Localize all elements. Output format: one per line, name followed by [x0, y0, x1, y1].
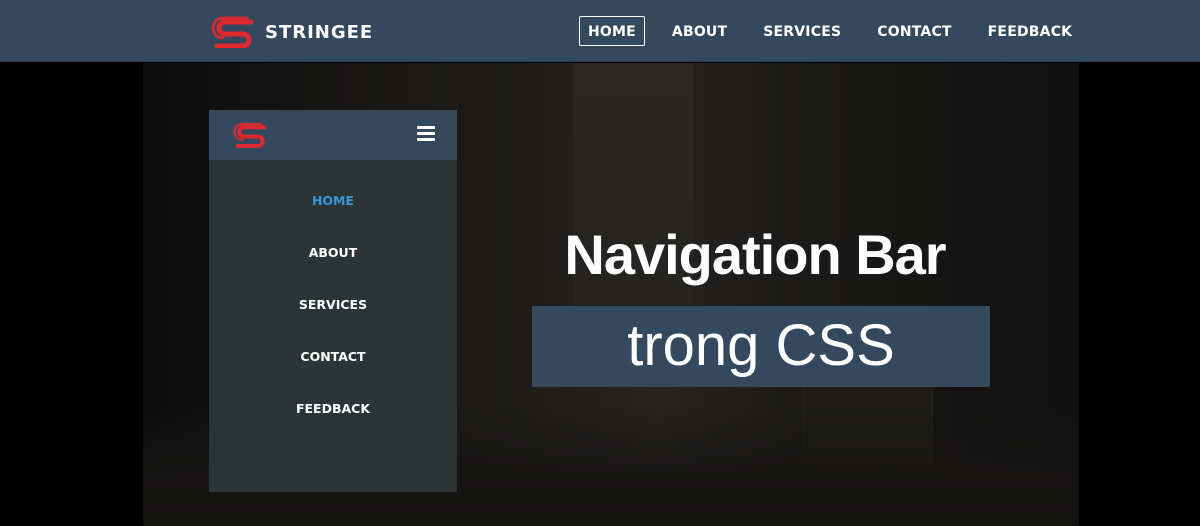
mobile-nav-item-feedback[interactable]: FEEDBACK — [209, 368, 457, 420]
mobile-nav-item-contact[interactable]: CONTACT — [209, 316, 457, 368]
mobile-nav-menu: HOME ABOUT SERVICES CONTACT FEEDBACK — [209, 160, 457, 420]
mobile-nav-item-about[interactable]: ABOUT — [209, 212, 457, 264]
hero-section — [0, 63, 1200, 526]
brand[interactable]: STRINGEE — [211, 16, 373, 48]
mobile-nav-mockup: HOME ABOUT SERVICES CONTACT FEEDBACK — [209, 110, 457, 492]
hero-subtitle-box: trong CSS — [532, 306, 990, 387]
mobile-nav-header — [209, 110, 457, 160]
mobile-nav-item-home[interactable]: HOME — [209, 160, 457, 212]
stringee-logo-icon[interactable] — [233, 122, 269, 148]
mobile-nav-item-services[interactable]: SERVICES — [209, 264, 457, 316]
nav-item-services[interactable]: SERVICES — [754, 16, 850, 46]
nav-item-about[interactable]: ABOUT — [663, 16, 736, 46]
stringee-logo-icon — [211, 16, 254, 48]
hero-title: Navigation Bar — [564, 223, 946, 286]
top-navbar: STRINGEE HOME ABOUT SERVICES CONTACT FEE… — [0, 0, 1200, 62]
hero-subtitle: trong CSS — [627, 313, 895, 378]
nav-item-feedback[interactable]: FEEDBACK — [979, 16, 1082, 46]
mobile-nav-body: HOME ABOUT SERVICES CONTACT FEEDBACK — [209, 160, 457, 492]
brand-name: STRINGEE — [265, 21, 374, 43]
nav-item-contact[interactable]: CONTACT — [868, 16, 960, 46]
hamburger-menu-icon[interactable] — [417, 126, 435, 142]
nav-item-home[interactable]: HOME — [579, 16, 645, 46]
top-nav-menu: HOME ABOUT SERVICES CONTACT FEEDBACK — [579, 16, 1099, 46]
